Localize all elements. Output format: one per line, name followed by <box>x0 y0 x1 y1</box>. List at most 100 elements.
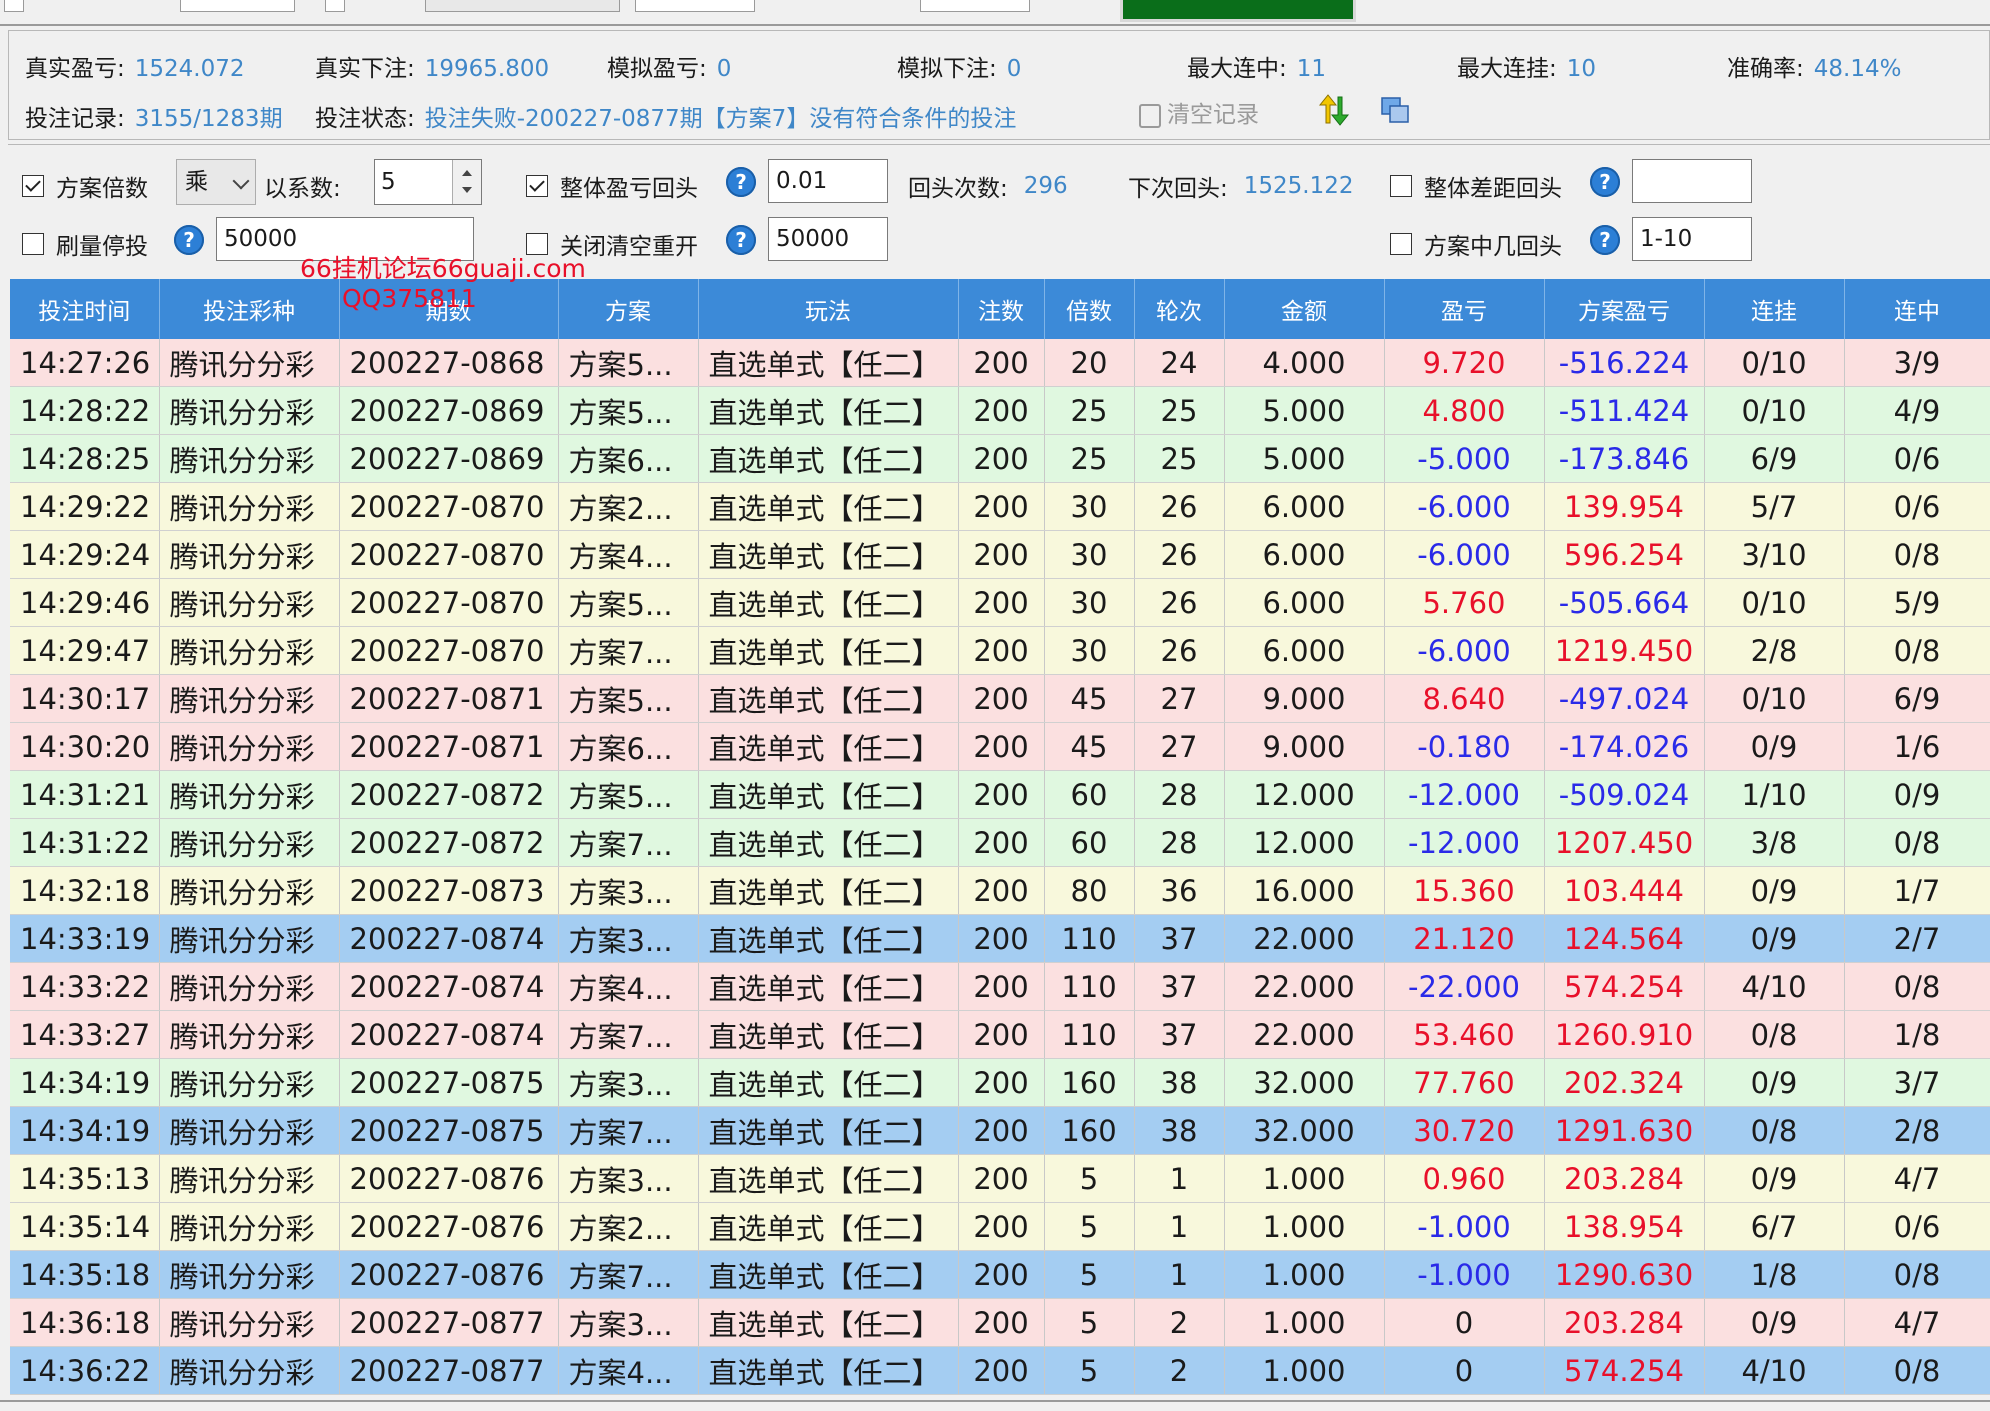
bet-time-cell: 14:27:26 <box>10 339 160 387</box>
table-row[interactable]: 14:35:13 腾讯分分彩 200227-0876 方案3... 直选单式【任二】 20… <box>10 1154 1990 1203</box>
round-cell: 28 <box>1134 818 1225 867</box>
issue-number-cell: 200227-0876 <box>339 1250 559 1299</box>
table-row[interactable]: 14:33:22 腾讯分分彩 200227-0874 方案4... 直选单式【任二】 20… <box>10 962 1990 1011</box>
bet-count-cell: 200 <box>958 1250 1045 1299</box>
table-row[interactable]: 14:29:22 腾讯分分彩 200227-0870 方案2... 直选单式【任二】 20… <box>10 482 1990 531</box>
plan-hit-rewind-input[interactable]: 1-10 <box>1632 217 1752 261</box>
checkbox[interactable] <box>1390 233 1412 255</box>
help-icon[interactable]: ? <box>726 167 756 197</box>
col-header[interactable]: 轮次 <box>1134 279 1225 339</box>
plan-multiplier-checkbox[interactable]: 方案倍数 <box>22 169 148 203</box>
table-row[interactable]: 14:35:14 腾讯分分彩 200227-0876 方案2... 直选单式【任二】 20… <box>10 1202 1990 1251</box>
top-input[interactable] <box>920 0 1030 12</box>
table-row[interactable]: 14:30:20 腾讯分分彩 200227-0871 方案6... 直选单式【任二】 20… <box>10 722 1990 771</box>
table-row[interactable]: 14:31:22 腾讯分分彩 200227-0872 方案7... 直选单式【任二】 20… <box>10 818 1990 867</box>
coef-stepper[interactable]: 5 <box>374 159 482 205</box>
close-clear-reopen-input[interactable]: 50000 <box>768 217 888 261</box>
volume-stop-input[interactable]: 50000 <box>216 217 474 261</box>
play-type-cell: 直选单式【任二】 <box>698 530 959 579</box>
col-header[interactable]: 投注彩种 <box>159 279 340 339</box>
checkbox[interactable] <box>526 175 548 197</box>
up-down-arrows-icon[interactable] <box>1317 93 1351 127</box>
top-checkbox-2[interactable] <box>325 0 345 12</box>
checkbox[interactable] <box>526 233 548 255</box>
table-row[interactable]: 14:31:21 腾讯分分彩 200227-0872 方案5... 直选单式【任二】 20… <box>10 770 1990 819</box>
win-streak-cell: 0/9 <box>1844 770 1990 819</box>
table-row[interactable]: 14:34:19 腾讯分分彩 200227-0875 方案3... 直选单式【任二】 20… <box>10 1058 1990 1107</box>
col-header[interactable]: 金额 <box>1224 279 1385 339</box>
loss-streak-cell: 0/8 <box>1704 1106 1845 1155</box>
bet-count-cell: 200 <box>958 530 1045 579</box>
col-header[interactable]: 玩法 <box>698 279 959 339</box>
bet-time-cell: 14:31:22 <box>10 818 160 867</box>
plan-cell: 方案5... <box>558 386 699 435</box>
overall-rewind-checkbox[interactable]: 整体盈亏回头 <box>526 169 698 203</box>
window-icon[interactable] <box>1381 97 1409 123</box>
overall-rewind-input[interactable]: 0.01 <box>768 159 888 203</box>
col-header[interactable]: 方案盈亏 <box>1544 279 1705 339</box>
help-icon[interactable]: ? <box>726 225 756 255</box>
sim-bet: 模拟下注: 0 <box>897 56 1022 82</box>
clear-records-button[interactable]: 清空记录 <box>1139 95 1259 129</box>
table-row[interactable]: 14:29:24 腾讯分分彩 200227-0870 方案4... 直选单式【任二】 20… <box>10 530 1990 579</box>
round-cell: 2 <box>1134 1346 1225 1395</box>
play-type-cell: 直选单式【任二】 <box>698 1298 959 1347</box>
top-spin-field[interactable] <box>180 0 295 12</box>
top-checkbox[interactable] <box>4 0 24 12</box>
step-up-icon[interactable] <box>462 170 472 176</box>
col-header[interactable]: 投注时间 <box>10 279 160 339</box>
play-type-cell: 直选单式【任二】 <box>698 866 959 915</box>
table-row[interactable]: 14:29:47 腾讯分分彩 200227-0870 方案7... 直选单式【任二】 20… <box>10 626 1990 675</box>
lottery-type-cell: 腾讯分分彩 <box>159 914 340 963</box>
plan-cell: 方案3... <box>558 866 699 915</box>
play-type-cell: 直选单式【任二】 <box>698 1154 959 1203</box>
col-header[interactable]: 注数 <box>958 279 1045 339</box>
win-streak-cell: 3/9 <box>1844 339 1990 387</box>
diff-rewind-input[interactable] <box>1632 159 1752 203</box>
step-down-icon[interactable] <box>462 187 472 193</box>
play-type-cell: 直选单式【任二】 <box>698 818 959 867</box>
table-row[interactable]: 14:36:22 腾讯分分彩 200227-0877 方案4... 直选单式【任二】 20… <box>10 1346 1990 1395</box>
table-row[interactable]: 14:28:25 腾讯分分彩 200227-0869 方案6... 直选单式【任二】 20… <box>10 434 1990 483</box>
table-row[interactable]: 14:30:17 腾讯分分彩 200227-0871 方案5... 直选单式【任二】 20… <box>10 674 1990 723</box>
top-spin-field-2[interactable] <box>635 0 755 12</box>
col-header[interactable]: 期数 <box>339 279 559 339</box>
col-header[interactable]: 连挂 <box>1704 279 1845 339</box>
col-header[interactable]: 方案 <box>558 279 699 339</box>
table-row[interactable]: 14:33:19 腾讯分分彩 200227-0874 方案3... 直选单式【任二】 20… <box>10 914 1990 963</box>
profit-cell: 0 <box>1384 1298 1545 1347</box>
col-header[interactable]: 连中 <box>1844 279 1990 339</box>
table-row[interactable]: 14:32:18 腾讯分分彩 200227-0873 方案3... 直选单式【任二】 20… <box>10 866 1990 915</box>
checkbox[interactable] <box>22 175 44 197</box>
multiplier-cell: 25 <box>1044 434 1135 483</box>
checkbox[interactable] <box>1390 175 1412 197</box>
lottery-type-cell: 腾讯分分彩 <box>159 722 340 771</box>
table-row[interactable]: 14:28:22 腾讯分分彩 200227-0869 方案5... 直选单式【任二】 20… <box>10 386 1990 435</box>
close-clear-reopen-checkbox[interactable]: 关闭清空重开 <box>526 227 698 261</box>
volume-stop-checkbox[interactable]: 刷量停投 <box>22 227 148 261</box>
plan-hit-rewind-checkbox[interactable]: 方案中几回头 <box>1390 227 1562 261</box>
help-icon[interactable]: ? <box>1590 167 1620 197</box>
help-icon[interactable]: ? <box>1590 225 1620 255</box>
bet-count-cell: 200 <box>958 1202 1045 1251</box>
issue-number-cell: 200227-0874 <box>339 962 559 1011</box>
table-row[interactable]: 14:33:27 腾讯分分彩 200227-0874 方案7... 直选单式【任二】 20… <box>10 1010 1990 1059</box>
diff-rewind-checkbox[interactable]: 整体差距回头 <box>1390 169 1562 203</box>
plan-cell: 方案5... <box>558 770 699 819</box>
plan-cell: 方案2... <box>558 1202 699 1251</box>
plan-profit-cell: 124.564 <box>1544 914 1705 963</box>
table-row[interactable]: 14:34:19 腾讯分分彩 200227-0875 方案7... 直选单式【任二】 20… <box>10 1106 1990 1155</box>
checkbox[interactable] <box>22 233 44 255</box>
col-header[interactable]: 倍数 <box>1044 279 1135 339</box>
col-header[interactable]: 盈亏 <box>1384 279 1545 339</box>
help-icon[interactable]: ? <box>174 225 204 255</box>
top-combo[interactable] <box>425 0 620 12</box>
table-row[interactable]: 14:36:18 腾讯分分彩 200227-0877 方案3... 直选单式【任二】 20… <box>10 1298 1990 1347</box>
table-row[interactable]: 14:35:18 腾讯分分彩 200227-0876 方案7... 直选单式【任二】 20… <box>10 1250 1990 1299</box>
table-row[interactable]: 14:27:26 腾讯分分彩 200227-0868 方案5... 直选单式【任二】 20… <box>10 339 1990 387</box>
multiply-op-select[interactable]: 乘 <box>176 159 256 205</box>
win-streak-cell: 0/6 <box>1844 1202 1990 1251</box>
multiplier-cell: 45 <box>1044 722 1135 771</box>
table-row[interactable]: 14:29:46 腾讯分分彩 200227-0870 方案5... 直选单式【任二】 20… <box>10 578 1990 627</box>
amount-cell: 1.000 <box>1224 1202 1385 1251</box>
